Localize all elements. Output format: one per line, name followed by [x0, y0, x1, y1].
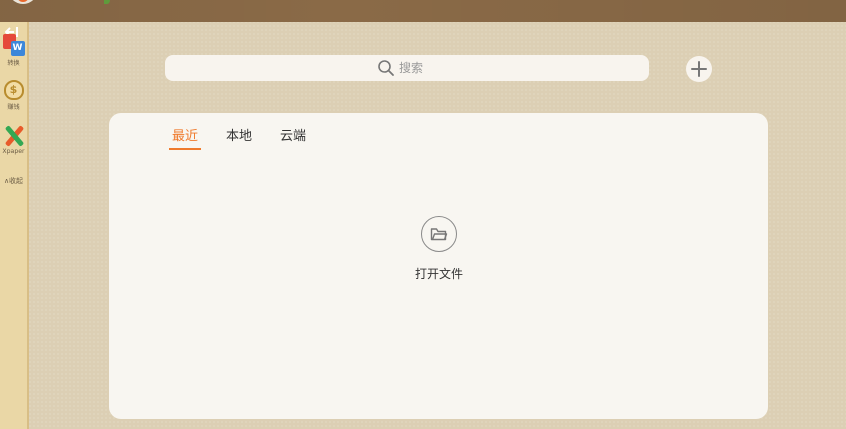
- tab-local[interactable]: 本地: [223, 125, 255, 150]
- search-icon: [378, 60, 394, 76]
- collapse-label: ∧收起: [3, 177, 24, 185]
- sidebar-item-convert[interactable]: W 转换: [0, 34, 27, 67]
- plus-icon: [691, 61, 707, 77]
- app-logo: [8, 0, 38, 4]
- file-panel: 最近 本地 云端 打开文件: [109, 113, 768, 419]
- add-button[interactable]: [686, 56, 712, 82]
- folder-icon: [430, 228, 448, 241]
- open-file-button[interactable]: 打开文件: [409, 216, 469, 282]
- xpaper-icon: [3, 124, 25, 147]
- pdf-word-convert-icon: W: [2, 34, 25, 56]
- search-bar[interactable]: [165, 55, 649, 81]
- open-file-label: 打开文件: [414, 267, 463, 281]
- open-file-circle[interactable]: [421, 216, 457, 252]
- money-bag-icon: $: [3, 80, 24, 100]
- top-bar: [0, 0, 846, 22]
- tab-cloud[interactable]: 云端: [277, 125, 309, 150]
- sidebar: W 转换 $ 赚钱 Xpaper ∧收起: [0, 22, 29, 429]
- sidebar-item-earn[interactable]: $ 赚钱: [0, 80, 27, 111]
- search-input[interactable]: [399, 61, 459, 75]
- sidebar-item-label: 转换: [7, 59, 20, 67]
- sidebar-item-label: Xpaper: [2, 147, 25, 155]
- sidebar-item-label: 赚钱: [7, 103, 20, 111]
- leaf-decoration-icon: [104, 0, 110, 4]
- sidebar-item-xpaper[interactable]: Xpaper: [0, 124, 27, 155]
- tab-recent[interactable]: 最近: [169, 125, 202, 150]
- file-tabs: 最近 本地 云端: [169, 125, 331, 150]
- sidebar-collapse-toggle[interactable]: ∧收起: [0, 168, 27, 187]
